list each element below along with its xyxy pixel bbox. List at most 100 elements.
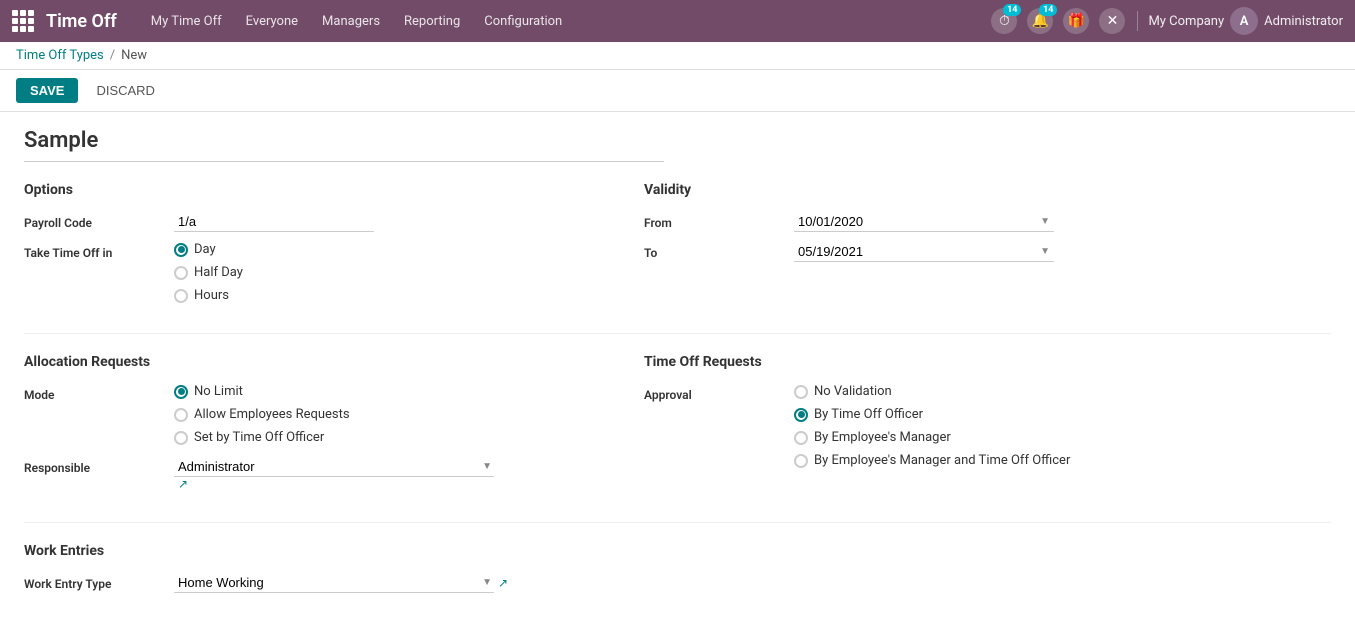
payroll-code-label: Payroll Code <box>24 212 164 230</box>
validity-section: Validity From ▼ To ▼ <box>644 182 1331 313</box>
alloc-mode-employees[interactable]: Allow Employees Requests <box>174 407 604 422</box>
approval-no-validation[interactable]: No Validation <box>794 384 1331 399</box>
radio-nolimit-label: No Limit <box>194 384 243 399</box>
from-date-arrow: ▼ <box>1040 216 1050 227</box>
validity-from-row: From ▼ <box>644 212 1331 232</box>
radio-no-val-outer <box>794 385 808 399</box>
radio-nolimit-outer <box>174 385 188 399</box>
validity-from-field[interactable]: ▼ <box>794 212 1054 232</box>
radio-by-officer-inner <box>798 411 805 418</box>
save-button[interactable]: SAVE <box>16 78 78 103</box>
user-name: Administrator <box>1264 14 1343 29</box>
work-entry-type-label: Work Entry Type <box>24 573 164 591</box>
validity-from-label: From <box>644 212 784 230</box>
allocation-mode-group: No Limit Allow Employees Requests Set by… <box>174 384 604 445</box>
radio-by-officer-outer <box>794 408 808 422</box>
alloc-mode-officer[interactable]: Set by Time Off Officer <box>174 430 604 445</box>
topnav: Time Off My Time Off Everyone Managers R… <box>0 0 1355 42</box>
form-container: Sample Options Payroll Code Take Time Of… <box>0 112 1355 627</box>
work-entry-external-link-icon[interactable]: ↗ <box>498 576 508 590</box>
topnav-right: ⏱ 14 🔔 14 🎁 ✕ My Company A Administrator <box>989 6 1343 36</box>
breadcrumb: Time Off Types / New <box>0 42 1355 70</box>
allocation-mode-row: Mode No Limit Allow Employees Requests <box>24 384 604 445</box>
to-date-arrow: ▼ <box>1040 246 1050 257</box>
work-entries-title: Work Entries <box>24 543 1331 559</box>
topnav-links: My Time Off Everyone Managers Reporting … <box>141 8 986 35</box>
radio-employees-outer <box>174 408 188 422</box>
time-off-mode-group: Day Half Day Hours <box>174 242 604 303</box>
allocation-requests-title: Allocation Requests <box>24 354 604 370</box>
time-off-mode-halfday[interactable]: Half Day <box>174 265 604 280</box>
time-off-mode-hours[interactable]: Hours <box>174 288 604 303</box>
time-off-requests-title: Time Off Requests <box>644 354 1331 370</box>
action-bar: SAVE DISCARD <box>0 70 1355 112</box>
validity-to-input[interactable] <box>798 244 1040 259</box>
nav-managers[interactable]: Managers <box>312 8 390 35</box>
radio-no-val-label: No Validation <box>814 384 892 399</box>
responsible-select-wrap: Administrator ▼ <box>174 457 494 477</box>
take-time-off-label: Take Time Off in <box>24 242 164 260</box>
approval-by-officer[interactable]: By Time Off Officer <box>794 407 1331 422</box>
breadcrumb-separator: / <box>110 48 115 63</box>
record-title[interactable]: Sample <box>24 128 664 162</box>
time-off-requests-section: Time Off Requests Approval No Validation <box>644 354 1331 502</box>
user-avatar[interactable]: A <box>1230 7 1258 35</box>
app-menu-icon[interactable] <box>12 10 34 32</box>
alloc-timeoff-row: Allocation Requests Mode No Limit Allow <box>24 354 1331 502</box>
nav-reporting[interactable]: Reporting <box>394 8 470 35</box>
approval-by-manager-officer[interactable]: By Employee's Manager and Time Off Offic… <box>794 453 1331 468</box>
work-entry-type-arrow: ▼ <box>482 577 492 588</box>
work-entry-type-row: Work Entry Type Home Working ▼ ↗ <box>24 573 1331 593</box>
radio-by-manager-label: By Employee's Manager <box>814 430 951 445</box>
radio-hours-label: Hours <box>194 288 229 303</box>
gift-button[interactable]: 🎁 <box>1061 6 1091 36</box>
validity-to-field[interactable]: ▼ <box>794 242 1054 262</box>
nav-configuration[interactable]: Configuration <box>474 8 572 35</box>
nav-everyone[interactable]: Everyone <box>236 8 308 35</box>
radio-officer-label: Set by Time Off Officer <box>194 430 324 445</box>
radio-day-outer <box>174 243 188 257</box>
time-off-mode-day[interactable]: Day <box>174 242 604 257</box>
bell-badge-button[interactable]: 🔔 14 <box>1025 6 1055 36</box>
responsible-select-arrow: ▼ <box>482 461 492 472</box>
radio-by-manager-officer-label: By Employee's Manager and Time Off Offic… <box>814 453 1070 468</box>
bell-badge: 14 <box>1039 4 1057 16</box>
company-label: My Company <box>1148 14 1224 29</box>
approval-group: No Validation By Time Off Officer By Emp… <box>794 384 1331 468</box>
payroll-code-value <box>174 212 604 232</box>
radio-day-inner <box>178 246 185 253</box>
close-button[interactable]: ✕ <box>1097 6 1127 36</box>
work-entries-section: Work Entries Work Entry Type Home Workin… <box>24 543 1331 593</box>
work-entry-type-select-wrap: Home Working ▼ <box>174 573 494 593</box>
mode-label: Mode <box>24 384 164 402</box>
breadcrumb-parent[interactable]: Time Off Types <box>16 48 104 63</box>
clock-badge: 14 <box>1003 4 1021 16</box>
radio-hours-outer <box>174 289 188 303</box>
clock-badge-button[interactable]: ⏱ 14 <box>989 6 1019 36</box>
validity-from-input[interactable] <box>798 214 1040 229</box>
approval-label: Approval <box>644 384 784 402</box>
breadcrumb-current: New <box>121 48 147 63</box>
main-content: Sample Options Payroll Code Take Time Of… <box>0 112 1355 627</box>
responsible-select[interactable]: Administrator <box>174 457 482 476</box>
payroll-code-input[interactable] <box>174 212 374 232</box>
nav-divider <box>1137 11 1138 31</box>
payroll-code-row: Payroll Code <box>24 212 604 232</box>
options-validity-row: Options Payroll Code Take Time Off in <box>24 182 1331 313</box>
responsible-field: Administrator ▼ ↗ <box>174 457 604 492</box>
validity-to-label: To <box>644 242 784 260</box>
alloc-mode-no-limit[interactable]: No Limit <box>174 384 604 399</box>
responsible-row: Responsible Administrator ▼ ↗ <box>24 457 604 492</box>
radio-halfday-outer <box>174 266 188 280</box>
options-title: Options <box>24 182 604 198</box>
responsible-external-link-icon[interactable]: ↗ <box>178 477 188 491</box>
nav-my-time-off[interactable]: My Time Off <box>141 8 232 35</box>
work-entry-type-field: Home Working ▼ ↗ <box>174 573 1331 593</box>
options-section: Options Payroll Code Take Time Off in <box>24 182 604 313</box>
section-divider <box>24 333 1331 334</box>
approval-by-manager[interactable]: By Employee's Manager <box>794 430 1331 445</box>
work-entry-type-select[interactable]: Home Working <box>174 573 482 592</box>
close-icon: ✕ <box>1099 8 1125 34</box>
discard-button[interactable]: DISCARD <box>86 78 165 103</box>
validity-title: Validity <box>644 182 1331 198</box>
